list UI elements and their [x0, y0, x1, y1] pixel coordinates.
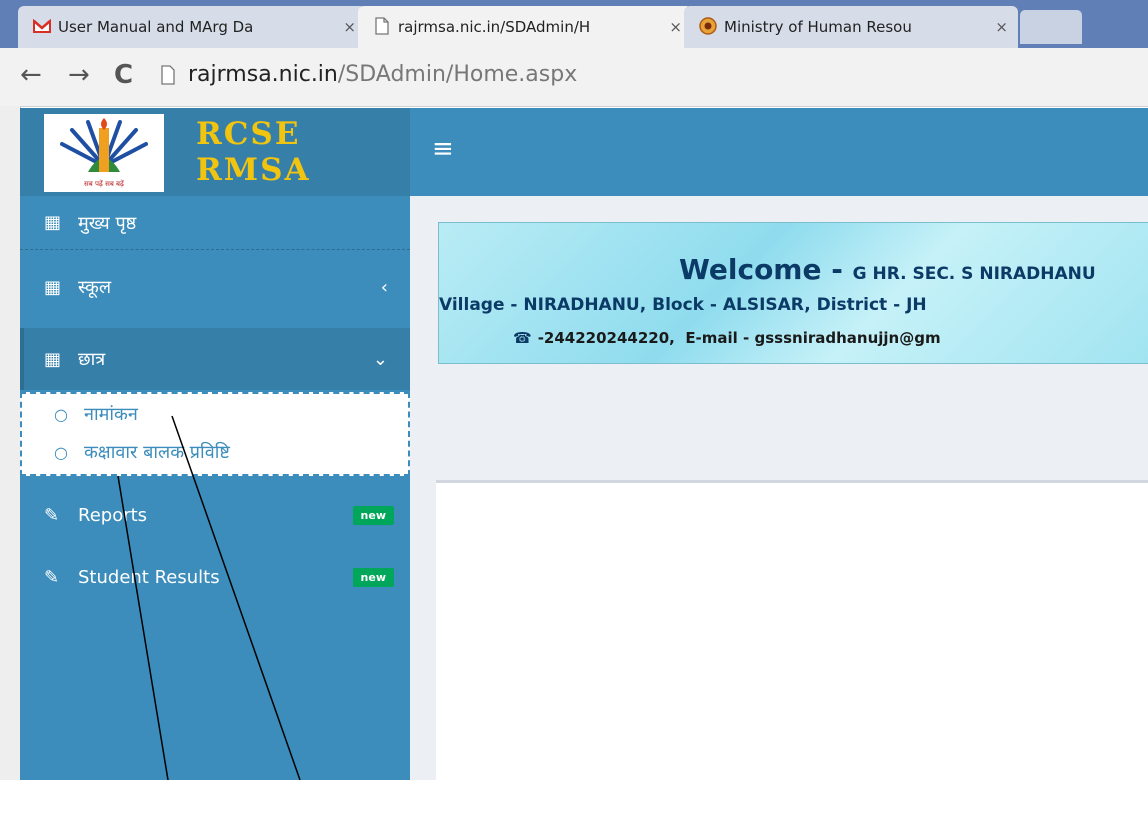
browser-tabstrip: User Manual and MArg Da × rajrmsa.nic.in… [0, 0, 1148, 48]
address-host: rajrmsa.nic.in [188, 62, 338, 87]
new-badge: new [352, 568, 394, 587]
rmsa-logo-icon: सब पढ़ें सब बढ़ें [44, 114, 164, 192]
welcome-title: Welcome - G HR. SEC. S NIRADHANU [679, 253, 1096, 286]
chevron-left-icon: ‹ [380, 276, 388, 298]
gmail-icon [33, 18, 51, 33]
reload-icon[interactable]: C [114, 60, 133, 90]
close-icon[interactable]: × [995, 18, 1008, 36]
grid-icon: ▦ [44, 276, 62, 298]
sidebar-item-student[interactable]: ▦ छात्र ⌄ [20, 328, 410, 390]
logo-line1: RCSE [196, 116, 301, 152]
sidebar-item-label: मुख्य पृष्ठ [78, 212, 137, 234]
browser-toolbar: ← → C rajrmsa.nic.in/SDAdmin/Home.aspx [0, 48, 1148, 107]
tab-user-manual[interactable]: User Manual and MArg Da × [18, 6, 366, 48]
app-header: सब पढ़ें सब बढ़ें RCSE RMSA ≡ [20, 108, 1148, 196]
sidebar: ▦ मुख्य पृष्ठ ▦ स्कूल ‹ ▦ छात्र ⌄ ○ नामा… [20, 196, 410, 780]
edit-icon: ✎ [44, 504, 60, 526]
school-name: G HR. SEC. S NIRADHANU [852, 264, 1096, 284]
tab-title: User Manual and MArg Da [58, 18, 254, 36]
sidebar-item-home[interactable]: ▦ मुख्य पृष्ठ [20, 196, 410, 250]
menu-toggle-icon[interactable]: ≡ [432, 134, 454, 164]
edit-icon: ✎ [44, 566, 60, 588]
chevron-down-icon: ⌄ [372, 348, 388, 370]
sidebar-item-label: छात्र [78, 349, 106, 370]
page-icon [161, 64, 175, 85]
logo-text: RCSE RMSA [196, 116, 311, 188]
address-bar[interactable]: rajrmsa.nic.in/SDAdmin/Home.aspx [160, 62, 577, 87]
submenu-item-label: कक्षावार बालक प्रविष्टि [83, 442, 230, 463]
sidebar-item-student-results[interactable]: ✎ Student Results new [20, 550, 410, 604]
submenu-item-classwise-entry[interactable]: ○ कक्षावार बालक प्रविष्टि [54, 440, 230, 464]
sidebar-item-school[interactable]: ▦ स्कूल ‹ [20, 260, 410, 314]
sidebar-item-label: स्कूल [78, 277, 112, 298]
tab-sdadmin[interactable]: rajrmsa.nic.in/SDAdmin/H × [358, 6, 692, 48]
sidebar-item-label: Student Results [78, 566, 220, 588]
contact-line: ☎ -244220244220, E-mail - gsssniradhanujj… [513, 329, 941, 347]
phone-icon: ☎ [513, 329, 532, 347]
address-path: /SDAdmin/Home.aspx [337, 62, 578, 87]
circle-icon: ○ [54, 404, 68, 424]
close-icon[interactable]: × [669, 18, 682, 36]
sidebar-item-label: Reports [78, 504, 148, 526]
school-address: Village - NIRADHANU, Block - ALSISAR, Di… [439, 295, 927, 315]
tab-title: rajrmsa.nic.in/SDAdmin/H [398, 18, 591, 36]
phone-number: -244220244220, [537, 329, 675, 347]
submenu-item-label: नामांकन [83, 404, 138, 425]
grid-icon: ▦ [44, 348, 62, 370]
tab-title: Ministry of Human Resou [724, 18, 912, 36]
main-content: Welcome - G HR. SEC. S NIRADHANU Village… [410, 196, 1148, 813]
new-badge: new [352, 506, 394, 525]
circle-icon: ○ [54, 442, 68, 462]
submenu-item-enrollment[interactable]: ○ नामांकन [54, 402, 138, 426]
page-icon [375, 17, 389, 35]
welcome-banner: Welcome - G HR. SEC. S NIRADHANU Village… [438, 222, 1148, 364]
content-panel [436, 480, 1148, 813]
welcome-prefix: Welcome - [679, 253, 853, 286]
forward-icon[interactable]: → [68, 60, 90, 90]
back-icon[interactable]: ← [20, 60, 42, 90]
sidebar-item-reports[interactable]: ✎ Reports new [20, 488, 410, 542]
logo-line2: RMSA [196, 152, 311, 188]
page-left-edge [0, 106, 21, 780]
emblem-icon [699, 17, 717, 35]
logo-area[interactable]: सब पढ़ें सब बढ़ें RCSE RMSA [20, 108, 410, 196]
new-tab-button[interactable] [1020, 10, 1082, 44]
student-submenu: ○ नामांकन ○ कक्षावार बालक प्रविष्टि [20, 392, 410, 476]
svg-text:सब पढ़ें सब बढ़ें: सब पढ़ें सब बढ़ें [84, 179, 125, 188]
tab-ministry[interactable]: Ministry of Human Resou × [684, 6, 1018, 48]
grid-icon: ▦ [44, 212, 62, 233]
close-icon[interactable]: × [343, 18, 356, 36]
email-text: E-mail - gsssniradhanujjn@gm [685, 329, 941, 347]
